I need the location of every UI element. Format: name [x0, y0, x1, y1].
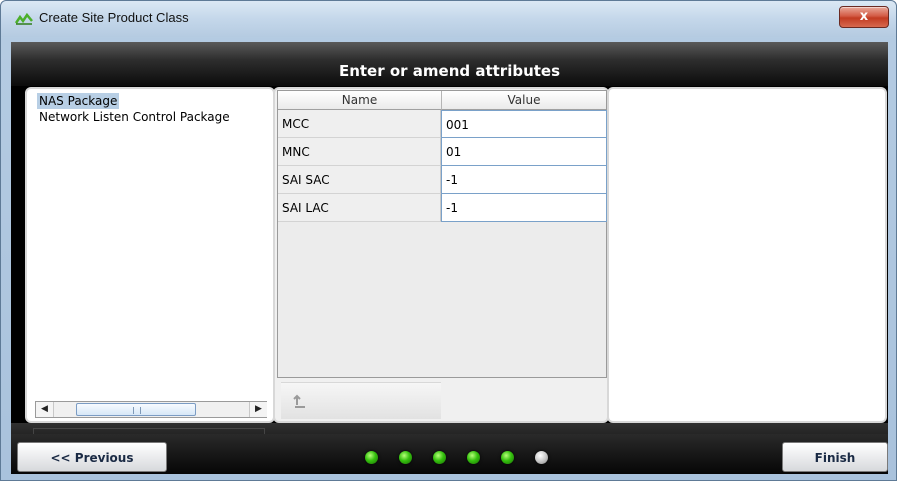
- attribute-value-cell[interactable]: -1: [441, 166, 607, 194]
- column-header-name[interactable]: Name: [278, 91, 442, 110]
- attribute-value-cell[interactable]: 001: [441, 110, 607, 138]
- app-icon: [15, 12, 33, 25]
- attributes-panel: Name Value MCC 001 MNC 01 SAI SAC -1 SAI LAC -1: [273, 87, 609, 423]
- scroll-right-icon[interactable]: ▶: [249, 402, 267, 417]
- package-list[interactable]: NAS Package Network Listen Control Packag…: [25, 87, 275, 423]
- step-dot-icon: [467, 451, 480, 464]
- details-panel: [607, 87, 887, 423]
- list-item[interactable]: Network Listen Control Package: [37, 109, 232, 125]
- scrollbar-thumb[interactable]: [76, 403, 196, 416]
- page-title: Enter or amend attributes: [338, 62, 561, 80]
- attribute-name-cell: MNC: [278, 138, 441, 166]
- horizontal-scrollbar[interactable]: ◀ ▶: [35, 401, 267, 418]
- move-up-icon: [293, 394, 305, 408]
- attributes-table[interactable]: Name Value MCC 001 MNC 01 SAI SAC -1 SAI LAC -1: [277, 90, 607, 378]
- previous-button[interactable]: << Previous: [17, 442, 167, 472]
- step-dot-icon: [535, 451, 548, 464]
- scrollbar-grip-icon: [133, 407, 141, 414]
- window-title: Create Site Product Class: [39, 10, 189, 25]
- attribute-name-cell: SAI SAC: [278, 166, 441, 194]
- step-dot-icon: [399, 451, 412, 464]
- table-row[interactable]: SAI LAC -1: [278, 194, 607, 222]
- move-up-button[interactable]: [281, 382, 441, 419]
- column-header-value[interactable]: Value: [442, 91, 606, 110]
- header-bar: Enter or amend attributes: [11, 42, 888, 86]
- close-button[interactable]: x: [839, 6, 889, 28]
- attribute-name-cell: MCC: [278, 110, 441, 138]
- finish-button[interactable]: Finish: [782, 442, 888, 472]
- attribute-value-cell[interactable]: -1: [441, 194, 607, 222]
- table-row[interactable]: SAI SAC -1: [278, 166, 607, 194]
- wizard-client-area: Enter or amend attributes NAS Package Net…: [11, 42, 888, 474]
- dialog-window: Create Site Product Class x Enter or ame…: [0, 0, 897, 481]
- step-dot-icon: [433, 451, 446, 464]
- step-dot-icon: [501, 451, 514, 464]
- step-dot-icon: [365, 451, 378, 464]
- close-icon: x: [859, 9, 869, 24]
- table-row[interactable]: MCC 001: [278, 110, 607, 138]
- attribute-value-cell[interactable]: 01: [441, 138, 607, 166]
- list-item[interactable]: NAS Package: [37, 93, 120, 109]
- title-bar[interactable]: Create Site Product Class x: [1, 1, 896, 37]
- table-row[interactable]: MNC 01: [278, 138, 607, 166]
- scroll-left-icon[interactable]: ◀: [36, 402, 54, 417]
- attribute-name-cell: SAI LAC: [278, 194, 441, 222]
